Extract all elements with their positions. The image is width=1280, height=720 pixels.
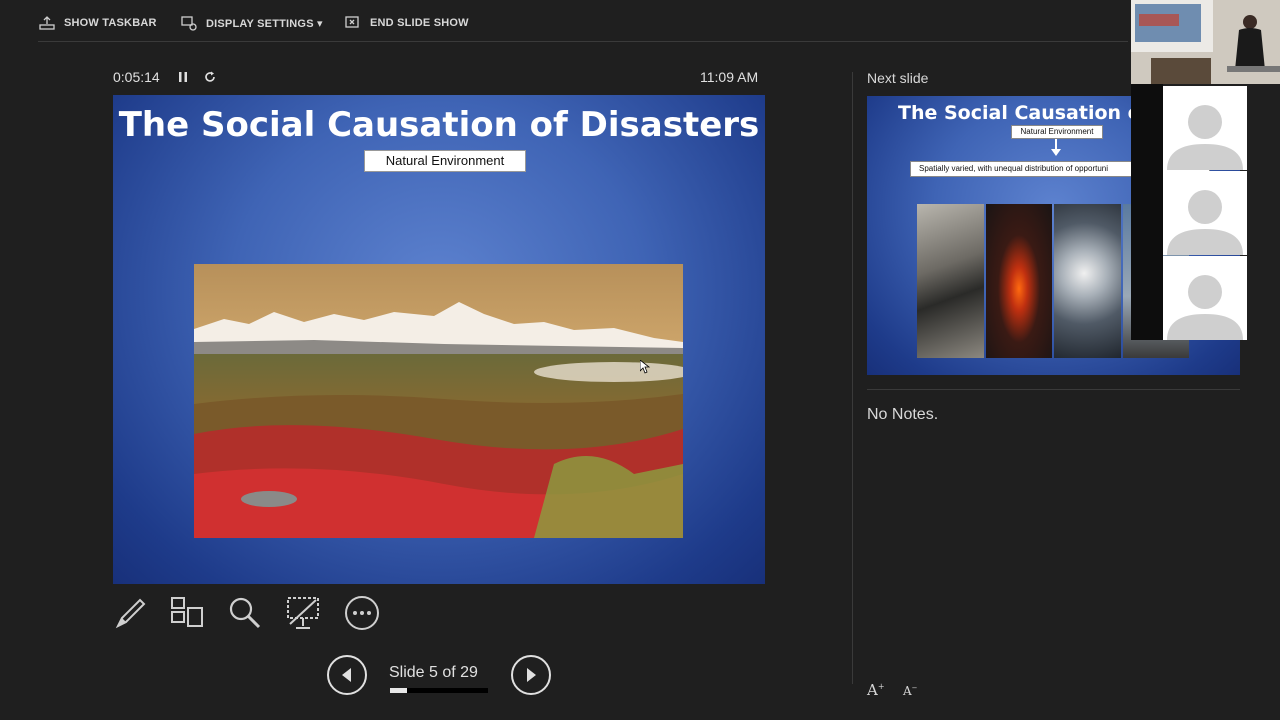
next-icon bbox=[511, 655, 551, 695]
zoom-icon bbox=[229, 597, 261, 629]
pause-icon[interactable] bbox=[176, 70, 190, 84]
landscape-image bbox=[194, 264, 683, 538]
black-screen-icon bbox=[287, 597, 319, 629]
display-settings-label: DISPLAY SETTINGS ▾ bbox=[206, 17, 323, 30]
notes-divider bbox=[867, 389, 1240, 390]
pen-icon bbox=[115, 598, 146, 629]
participant-avatar-3 bbox=[1163, 256, 1247, 340]
presenter-toolbar: SHOW TASKBAR DISPLAY SETTINGS ▾ END SLID… bbox=[0, 0, 1130, 42]
slide-progress-bar bbox=[390, 688, 488, 693]
black-screen-button[interactable] bbox=[284, 594, 322, 632]
presenter-camera-feed bbox=[1131, 0, 1280, 84]
toolbar-divider bbox=[38, 41, 1128, 42]
slide-progress-fill bbox=[390, 688, 407, 693]
earthquake-photo bbox=[917, 204, 984, 358]
zoom-button[interactable] bbox=[226, 594, 264, 632]
hurricane-photo bbox=[1054, 204, 1121, 358]
avatar-icon bbox=[1167, 105, 1243, 170]
taskbar-icon bbox=[39, 16, 55, 30]
participant-strip bbox=[1131, 84, 1163, 340]
display-settings-button[interactable]: DISPLAY SETTINGS ▾ bbox=[180, 14, 323, 32]
avatar-icon bbox=[1167, 190, 1243, 255]
see-all-slides-button[interactable] bbox=[168, 594, 206, 632]
previous-slide-button[interactable] bbox=[327, 655, 367, 695]
next-slide-label: Natural Environment bbox=[1011, 125, 1103, 139]
end-slide-show-label: END SLIDE SHOW bbox=[370, 17, 469, 29]
decrease-font-button[interactable]: A− bbox=[903, 684, 918, 698]
pen-tool-button[interactable] bbox=[112, 594, 150, 632]
next-slide-button[interactable] bbox=[511, 655, 551, 695]
mouse-cursor-icon bbox=[640, 360, 650, 374]
decrease-font-label: A bbox=[903, 684, 912, 698]
increase-font-label: A bbox=[867, 681, 878, 699]
more-options-button[interactable] bbox=[343, 594, 381, 632]
participant-avatar-1 bbox=[1163, 86, 1247, 170]
participant-avatar-2 bbox=[1163, 171, 1247, 255]
slide-title: The Social Causation of Disasters bbox=[118, 105, 760, 145]
see-all-slides-icon bbox=[171, 597, 203, 627]
speaker-notes: No Notes. bbox=[867, 406, 939, 423]
display-settings-icon bbox=[181, 16, 197, 31]
slide-label: Natural Environment bbox=[364, 150, 526, 172]
clock: 11:09 AM bbox=[700, 69, 759, 85]
more-options-icon bbox=[345, 596, 379, 630]
previous-icon bbox=[327, 655, 367, 695]
panel-divider bbox=[852, 72, 853, 684]
end-show-icon bbox=[345, 16, 359, 28]
show-taskbar-button[interactable]: SHOW TASKBAR bbox=[38, 14, 157, 32]
show-taskbar-label: SHOW TASKBAR bbox=[64, 17, 157, 29]
current-slide[interactable]: The Social Causation of Disasters Natura… bbox=[113, 95, 765, 584]
down-arrow-icon bbox=[1051, 139, 1061, 156]
avatar-icon bbox=[1167, 275, 1243, 340]
increase-font-button[interactable]: A+ bbox=[867, 681, 885, 699]
restart-icon[interactable] bbox=[203, 70, 217, 84]
end-slide-show-button[interactable]: END SLIDE SHOW bbox=[344, 14, 469, 32]
elapsed-timer: 0:05:14 bbox=[113, 69, 160, 85]
next-slide-heading: Next slide bbox=[867, 70, 929, 86]
volcano-photo bbox=[985, 204, 1052, 358]
slide-counter: Slide 5 of 29 bbox=[389, 664, 478, 681]
camera-image bbox=[1131, 0, 1280, 84]
landscape-photo bbox=[194, 264, 683, 538]
